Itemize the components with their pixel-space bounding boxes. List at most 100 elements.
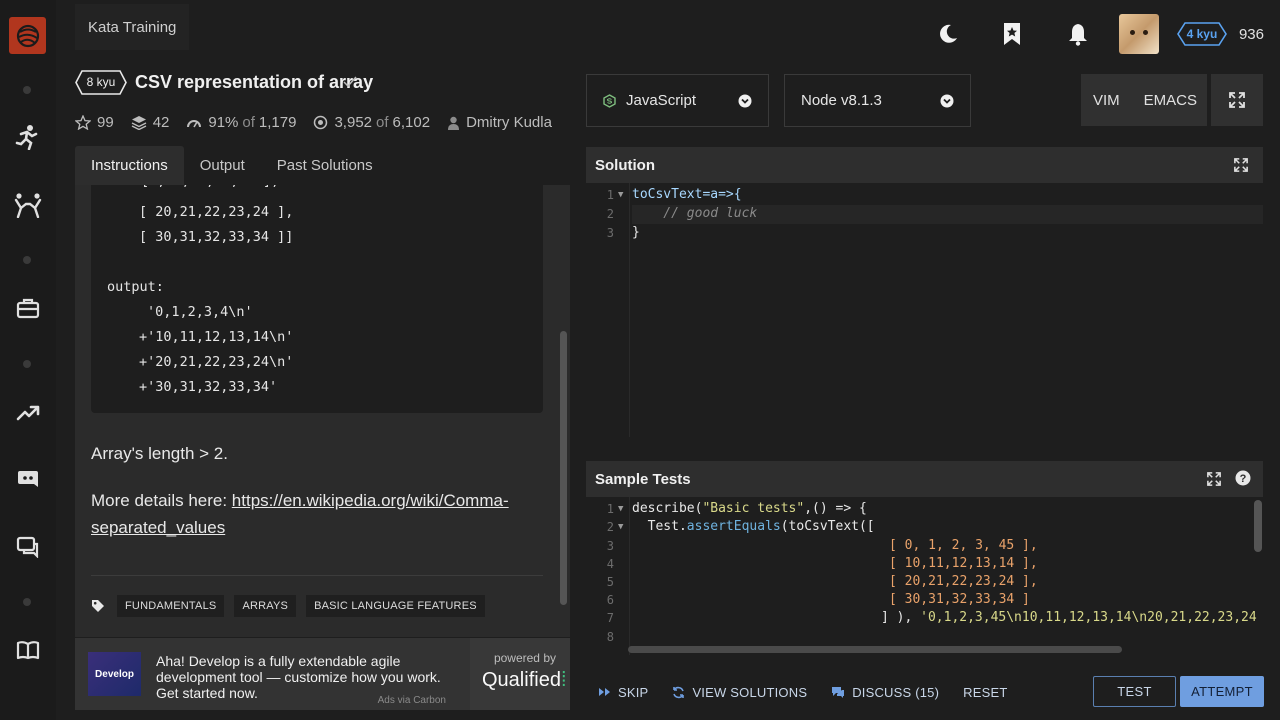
comments-icon [831,686,845,698]
collections-stat[interactable]: 42 [131,114,170,131]
satisfaction-pct: 91% [208,114,239,131]
author-stat[interactable]: Dmitry Kudla [447,114,552,131]
satisfaction-total: 1,179 [258,114,297,131]
runtime-value: Node v8.1.3 [801,92,882,109]
help-icon[interactable]: ? [1235,470,1251,486]
section-title: Kata Training [75,4,190,50]
kata-stats: 99 42 91% of 1,179 3,952 of 6,102 Dmitry… [75,114,569,131]
expand-icon[interactable] [1234,158,1248,172]
code-line: toCsvText=a=>{ [632,187,742,202]
language-select[interactable]: JavaScript [586,74,769,127]
skip-button[interactable]: SKIP [598,685,648,700]
tag-fundamentals[interactable]: FUNDAMENTALS [117,595,225,617]
aha-develop-logo: Develop [88,652,141,696]
powered-by-qualified[interactable]: powered by Qualified⁞ [470,638,570,710]
line-number: 5 [606,575,614,589]
vim-mode-button[interactable]: VIM [1093,92,1120,109]
line-number: 2 [606,520,614,534]
emacs-mode-button[interactable]: EMACS [1144,92,1197,109]
tag-arrays[interactable]: ARRAYS [234,595,297,617]
example-code-block: [ , , , , ], [ 20,21,22,23,24 ], [ 30,31… [91,185,543,413]
gutter-divider [629,183,630,437]
refresh-icon [672,686,685,699]
fold-arrow-icon[interactable]: ▼ [618,190,623,200]
practice-icon[interactable] [14,191,42,219]
fast-forward-icon [598,687,611,697]
completed-of: of [376,114,389,131]
tab-output[interactable]: Output [184,146,261,185]
expand-icon[interactable] [1207,472,1221,486]
powered-by-label: powered by [493,651,556,665]
kata-tags: FUNDAMENTALS ARRAYS BASIC LANGUAGE FEATU… [91,595,495,617]
chevron-down-icon [738,94,752,112]
code-line: +'30,31,32,33,34' [139,379,278,395]
top-nav-icons: 4 kyu 936 [935,12,1264,56]
sample-tests-editor[interactable]: 1 2 3 4 5 6 7 8 ▼ ▼ describe("Basic test… [586,497,1263,655]
rank-label: 4 kyu [1186,27,1218,41]
avatar[interactable] [1118,14,1159,54]
tests-vertical-scrollbar[interactable] [1254,500,1262,552]
carbon-ad[interactable]: Develop Aha! Develop is a fully extendab… [75,638,470,710]
code-line: [ 30,31,32,33,34 ] [889,592,1030,607]
completed-total: 6,102 [392,114,431,131]
test-button[interactable]: TEST [1093,676,1176,707]
code-line: } [632,225,640,240]
collections-count: 42 [152,114,170,131]
line-number: 7 [606,611,614,625]
svg-text:?: ? [1240,473,1247,485]
discord-icon[interactable] [14,465,42,493]
author-name: Dmitry Kudla [466,114,552,131]
tab-past-solutions[interactable]: Past Solutions [261,146,389,185]
fold-arrow-icon[interactable]: ▼ [618,504,623,514]
discuss-button[interactable]: DISCUSS (15) [831,685,939,700]
satisfaction-of: of [242,114,255,131]
bell-icon[interactable] [1065,21,1091,47]
codewars-logo-icon[interactable] [9,17,46,54]
kata-title: CSV representation of array [135,72,374,92]
code-line-cutoff: [ , , , , ], [141,185,279,189]
ads-via-carbon[interactable]: Ads via Carbon [378,695,446,706]
attempt-button[interactable]: ATTEMPT [1180,676,1264,707]
solution-editor[interactable]: 1 2 3 ▼ toCsvText=a=>{ // good luck } [586,183,1263,437]
user-icon [447,116,460,130]
length-note: Array's length > 2. [91,444,228,463]
sidebar-dot [23,256,31,264]
target-icon [313,115,328,130]
code-line: [ 0, 1, 2, 3, 45 ], [889,538,1038,553]
instructions-scrollbar[interactable] [560,331,567,605]
details-prefix: More details here: [91,491,232,510]
checkmark-icon [343,75,357,93]
tab-instructions[interactable]: Instructions [75,146,184,185]
view-solutions-button[interactable]: VIEW SOLUTIONS [672,685,807,700]
runtime-select[interactable]: Node v8.1.3 [784,74,971,127]
gutter-divider [629,497,630,655]
chat-icon[interactable] [14,533,42,561]
line-number: 4 [606,557,614,571]
instructions-panel: [ , , , , ], [ 20,21,22,23,24 ], [ 30,31… [75,185,570,637]
kyu-badge: 8 kyu [75,70,127,95]
tests-horizontal-scrollbar[interactable] [628,646,1122,653]
star-icon [75,115,91,130]
sample-tests-title: Sample Tests [595,470,691,488]
moon-icon[interactable] [935,21,961,47]
instruction-tabs: Instructions Output Past Solutions [75,146,389,185]
fold-arrow-icon[interactable]: ▼ [618,522,623,532]
briefcase-icon[interactable] [14,294,42,322]
docs-book-icon[interactable] [14,636,42,664]
line-number: 1 [606,502,614,516]
line-number: 6 [606,593,614,607]
bookmark-icon[interactable] [999,21,1025,47]
honor-count: 936 [1238,25,1264,43]
code-line: Test.assertEquals(toCsvText([ [632,519,875,534]
fullscreen-button[interactable] [1211,74,1263,126]
tag-basic-language-features[interactable]: BASIC LANGUAGE FEATURES [306,595,485,617]
training-icon[interactable] [14,123,42,151]
reset-button[interactable]: RESET [963,685,1007,700]
leaderboard-trend-icon[interactable] [14,398,42,426]
stars-stat[interactable]: 99 [75,114,114,131]
ad-text: Aha! Develop is a fully extendable agile… [156,653,441,701]
code-line: output: [107,279,164,295]
line-number: 2 [606,207,614,221]
divider [91,575,543,576]
rank-badge: 4 kyu [1177,22,1227,46]
